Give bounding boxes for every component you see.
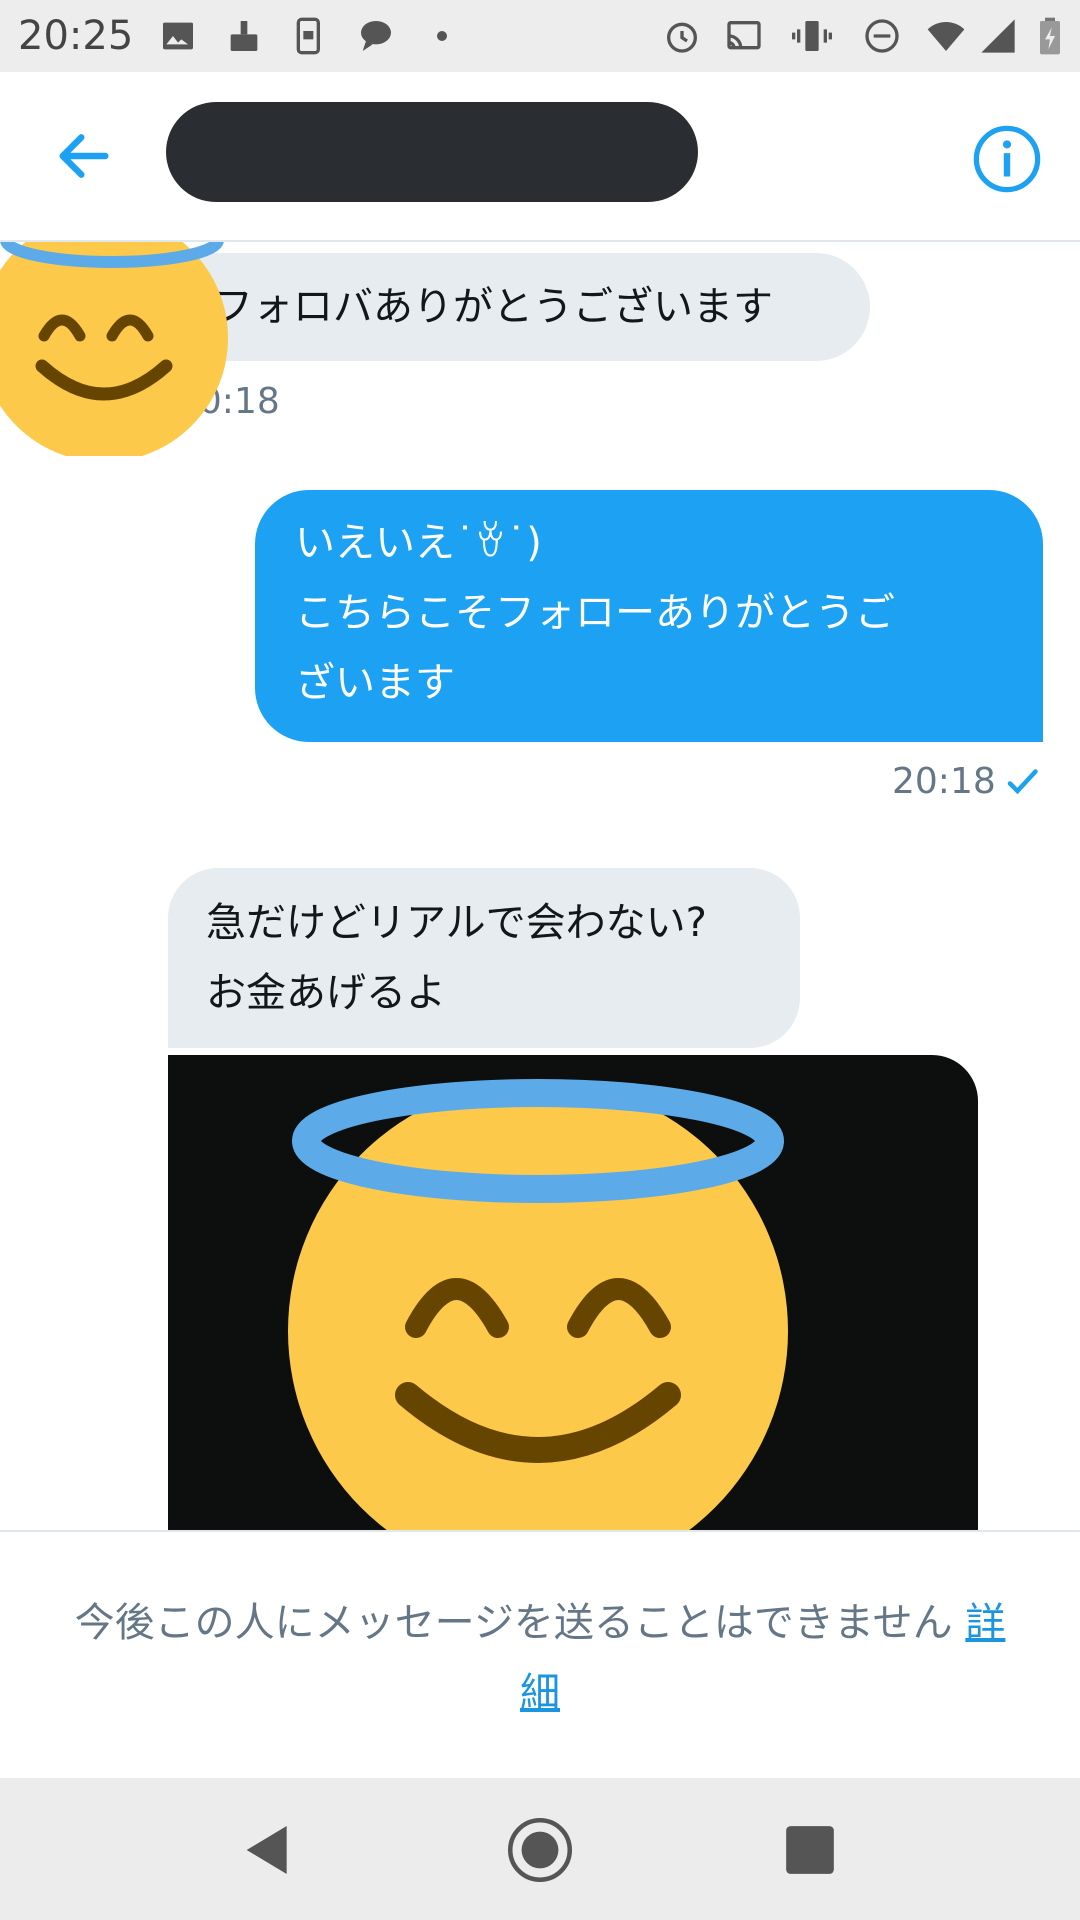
smiling-halo-face-icon [0,242,228,456]
alarm-icon [662,16,702,56]
message-image-attachment[interactable] [168,1055,978,1530]
redacted-user-name [166,102,698,202]
message-line-1: いえいえ˙ꈊ˙) [295,520,542,566]
image-icon [158,16,198,56]
nav-home-button[interactable] [506,1816,574,1884]
message-line-2: お金あげるよ [206,970,446,1016]
nav-back-button[interactable] [236,1818,300,1882]
message-line-1: 急だけどリアルで会わない? [206,900,707,946]
home-circle-icon [507,1817,573,1883]
blocked-notice: 今後この人にメッセージを送ることはできません 詳細 [0,1530,1080,1778]
info-button[interactable] [972,124,1042,194]
broom-icon [224,16,264,56]
message-bubble-incoming[interactable]: フォロバありがとうございます [168,253,870,361]
info-icon [973,125,1041,193]
battery-icon [1030,16,1060,56]
status-bar: 20:25 [0,0,1080,72]
back-button[interactable] [52,124,116,188]
back-triangle-icon [246,1826,287,1874]
cast-icon [724,16,764,56]
arrow-left-icon [59,134,109,178]
notice-text: 今後この人にメッセージを送ることはできません [74,1600,953,1646]
phone-lock-icon [290,16,330,56]
dnd-icon [862,16,902,56]
signal-icon [978,16,1018,56]
message-timestamp: 20:18 [892,761,996,802]
system-navigation-bar [0,1776,1080,1920]
message-line-2: こちらこそフォローありがとうご [295,590,895,636]
message-bubble-outgoing[interactable]: いえいえ˙ꈊ˙) こちらこそフォローありがとうご ざいます [255,490,1043,742]
read-check-icon [1004,764,1040,800]
chat-icon [356,16,396,56]
nav-recents-button[interactable] [784,1824,836,1876]
wifi-icon [926,16,966,56]
smiling-halo-face-icon [288,1065,788,1530]
recents-square-icon [786,1826,834,1874]
vibrate-icon [792,16,832,56]
avatar[interactable] [0,242,228,456]
dot-icon [422,16,462,56]
message-bubble-incoming[interactable]: 急だけどリアルで会わない? お金あげるよ [168,868,800,1048]
conversation-header [0,72,1080,242]
message-list[interactable]: フォロバありがとうございます 20:18 いえいえ˙ꈊ˙) こちらこそフォローあ… [0,242,1080,1530]
message-line-3: ざいます [295,660,455,706]
status-time: 20:25 [18,13,134,59]
message-text: フォロバありがとうございます [213,284,773,330]
